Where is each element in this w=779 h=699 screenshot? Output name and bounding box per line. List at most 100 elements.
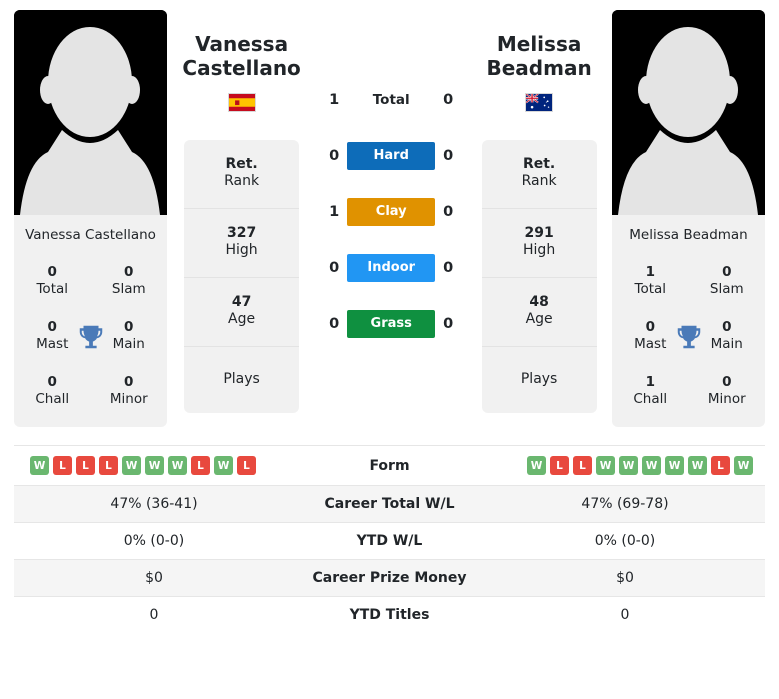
left-player-name: Vanessa Castellano	[182, 32, 300, 81]
left-titles-chall: 0 Chall	[14, 365, 91, 420]
h2h-grass-left-score: 0	[329, 316, 340, 332]
h2h-total-right-score: 0	[443, 92, 454, 108]
left-form-badge-2: L	[76, 456, 95, 476]
left-player-summary: Vanessa Castellano Ret. Rank 327 High 47…	[167, 10, 316, 414]
right-titles-slam: 0 Slam	[689, 255, 766, 310]
left-plays-label: Plays	[223, 370, 260, 387]
player-comparison-page: Vanessa Castellano 0 Total 0 Slam 0 Mast…	[0, 0, 779, 699]
left-form-badge-0: W	[30, 456, 49, 476]
table-row-form: WLLLWWWLWL Form WLLWWWWWLW	[14, 445, 765, 486]
right-age-value: 48	[529, 293, 549, 310]
right-player-stats-card: Ret. Rank 291 High 48 Age Plays	[481, 139, 597, 414]
right-titles-main-label: Main	[710, 335, 743, 352]
right-form-badge-2: L	[573, 456, 592, 476]
right-form-badge-9: W	[734, 456, 753, 476]
right-stat-rank: Ret. Rank	[481, 140, 597, 209]
left-titles-mast: 0 Mast	[14, 310, 91, 365]
head-to-head-column: 1 Total 0 0 Hard 0 1 Clay 0 0 Indoor 0 0	[316, 10, 466, 352]
left-player-profile-card[interactable]: Vanessa Castellano 0 Total 0 Slam 0 Mast…	[14, 10, 168, 428]
h2h-grass-right-score: 0	[443, 316, 454, 332]
right-player-name: Melissa Beadman	[487, 32, 592, 81]
right-form-badge-3: W	[596, 456, 615, 476]
right-form-badge-8: L	[711, 456, 730, 476]
left-titles-total: 0 Total	[14, 255, 91, 310]
h2h-indoor-left-score: 0	[329, 260, 340, 276]
h2h-clay-right-score: 0	[443, 204, 454, 220]
right-titles-slam-label: Slam	[709, 281, 744, 298]
left-player-avatar	[14, 10, 167, 215]
left-form-badge-8: W	[214, 456, 233, 476]
left-high-label: High	[225, 242, 258, 259]
h2h-row-hard[interactable]: 0 Hard 0	[316, 128, 466, 184]
right-career-prize-money: $0	[616, 570, 634, 587]
left-titles-minor-label: Minor	[109, 390, 148, 407]
left-titles-mast-label: Mast	[36, 335, 69, 352]
h2h-row-clay[interactable]: 1 Clay 0	[316, 184, 466, 240]
right-stat-plays: Plays	[482, 347, 597, 414]
right-player-avatar	[612, 10, 766, 215]
right-titles-total-label: Total	[634, 281, 667, 298]
right-titles-mast-label: Mast	[634, 335, 667, 352]
left-ytd-titles: 0	[149, 607, 159, 624]
flag-spain-icon	[227, 92, 256, 112]
left-titles-total-label: Total	[36, 281, 69, 298]
right-titles-slam-value: 0	[722, 264, 732, 281]
left-titles-slam-label: Slam	[111, 281, 146, 298]
right-form-badge-1: L	[550, 456, 569, 476]
right-form-badge-7: W	[688, 456, 707, 476]
h2h-grass-label[interactable]: Grass	[347, 310, 436, 338]
right-titles-total-value: 1	[645, 264, 655, 281]
right-player-firstname: Melissa	[496, 32, 582, 56]
h2h-indoor-label[interactable]: Indoor	[347, 254, 436, 282]
table-row-career-prize-money: $0 Career Prize Money $0	[14, 559, 765, 597]
left-titles-main-label: Main	[112, 335, 145, 352]
right-titles-minor-value: 0	[722, 373, 732, 390]
left-stat-high: 327 High	[184, 209, 300, 278]
right-player-titles-grid: 1 Total 0 Slam 0 Mast 0 Main 1 Chall 0 M…	[612, 255, 765, 419]
right-form-cell: WLLWWWWWLW	[485, 446, 765, 486]
left-titles-minor: 0 Minor	[91, 365, 168, 420]
left-titles-slam-value: 0	[124, 264, 134, 281]
left-form-badge-5: W	[145, 456, 164, 476]
right-titles-chall: 1 Chall	[612, 365, 689, 420]
h2h-hard-label[interactable]: Hard	[347, 142, 436, 170]
row-label-ytd-wl: YTD W/L	[356, 533, 423, 550]
right-stat-age: 48 Age	[481, 278, 597, 347]
left-titles-chall-label: Chall	[35, 390, 70, 407]
left-stat-rank: Ret. Rank	[184, 140, 300, 209]
h2h-indoor-right-score: 0	[443, 260, 454, 276]
left-ytd-wl: 0% (0-0)	[123, 533, 185, 550]
h2h-total-label: Total	[372, 91, 410, 108]
left-high-value: 327	[226, 224, 257, 241]
h2h-row-grass[interactable]: 0 Grass 0	[316, 296, 466, 352]
table-row-career-total-wl: 47% (36-41) Career Total W/L 47% (69-78)	[14, 485, 765, 523]
left-titles-slam: 0 Slam	[91, 255, 168, 310]
table-row-ytd-titles: 0 YTD Titles 0	[14, 596, 765, 634]
right-titles-minor-label: Minor	[707, 390, 746, 407]
right-rank-label: Rank	[521, 173, 557, 190]
left-titles-main-value: 0	[124, 318, 134, 335]
left-career-total-wl: 47% (36-41)	[110, 496, 198, 513]
table-row-ytd-wl: 0% (0-0) YTD W/L 0% (0-0)	[14, 522, 765, 560]
left-form-badge-1: L	[53, 456, 72, 476]
h2h-clay-label[interactable]: Clay	[347, 198, 436, 226]
h2h-total-left-score: 1	[329, 92, 340, 108]
left-player-card-name: Vanessa Castellano	[25, 227, 156, 243]
left-career-prize-money: $0	[145, 570, 163, 587]
right-high-value: 291	[524, 224, 554, 241]
flag-australia-icon	[525, 92, 554, 112]
right-ytd-titles: 0	[620, 607, 630, 624]
row-label-form: Form	[369, 457, 410, 474]
right-high-label: High	[523, 242, 556, 259]
left-player-firstname: Vanessa	[195, 32, 289, 56]
right-titles-main: 0 Main	[689, 310, 766, 365]
right-form-badge-5: W	[642, 456, 661, 476]
right-player-profile-card[interactable]: Melissa Beadman 1 Total 0 Slam 0 Mast 0 …	[612, 10, 766, 428]
h2h-hard-right-score: 0	[443, 148, 454, 164]
h2h-row-indoor[interactable]: 0 Indoor 0	[316, 240, 466, 296]
left-rank-label: Rank	[224, 173, 260, 190]
right-titles-mast-value: 0	[645, 318, 655, 335]
right-career-total-wl: 47% (69-78)	[581, 496, 669, 513]
right-titles-chall-label: Chall	[633, 390, 668, 407]
h2h-clay-left-score: 1	[329, 204, 340, 220]
